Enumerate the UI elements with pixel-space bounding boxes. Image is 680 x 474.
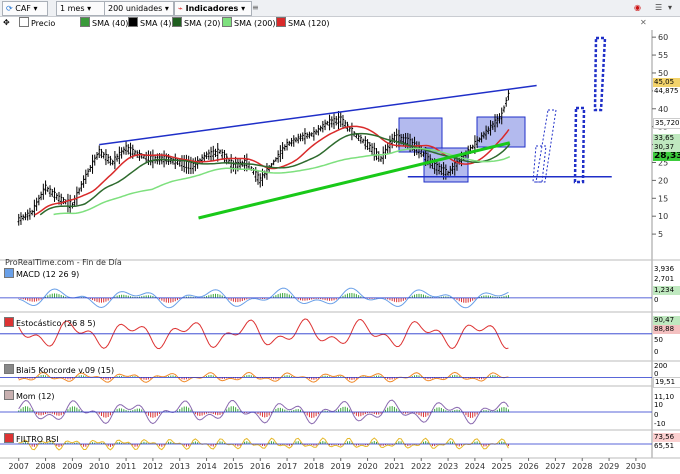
price-tick-label: 5 <box>658 230 663 239</box>
year-label: 2023 <box>438 462 458 471</box>
year-label: 2022 <box>411 462 431 471</box>
panel-title-mom[interactable]: Mom (12) <box>4 390 55 402</box>
legend-swatch <box>4 317 14 327</box>
price-tick-label: 50 <box>658 69 668 78</box>
projection-bars <box>532 36 607 184</box>
year-label: 2024 <box>465 462 485 471</box>
year-label: 2019 <box>331 462 351 471</box>
stoch-tag: 0 <box>653 348 680 357</box>
price-tag-sma20: 33,65 <box>653 134 680 143</box>
price-tag-last-alt: 44,875 <box>653 87 680 96</box>
price-tick-label: 40 <box>658 105 668 114</box>
year-label: 2016 <box>250 462 270 471</box>
rsi-tag: 65,51 <box>653 442 680 451</box>
resistance-trendline <box>99 84 537 146</box>
panel-title-blai[interactable]: Blai5 Koncorde v.09 (15) <box>4 364 114 376</box>
panel-title-rsi[interactable]: FILTRO RSI <box>4 433 59 445</box>
macd-tag: 3,936 <box>653 265 680 274</box>
price-tick-label: 60 <box>658 33 668 42</box>
year-label: 2009 <box>62 462 82 471</box>
legend-swatch <box>4 390 14 400</box>
year-label: 2015 <box>223 462 243 471</box>
year-label: 2027 <box>545 462 565 471</box>
price-tag-sma200: 28,33 <box>653 152 680 161</box>
year-label: 2012 <box>143 462 163 471</box>
year-label: 2030 <box>626 462 646 471</box>
watermark: ProRealTime.com - Fin de Día <box>5 258 122 267</box>
price-tick-label: 55 <box>658 51 668 60</box>
year-label: 2007 <box>9 462 29 471</box>
macd-tag: 0 <box>653 296 680 305</box>
blai-tag: 19,51 <box>653 377 680 388</box>
panel-title-macd[interactable]: MACD (12 26 9) <box>4 268 79 280</box>
price-tick-label: 20 <box>658 176 668 185</box>
year-label: 2017 <box>277 462 297 471</box>
panel-title-label: Estocástico (26 8 5) <box>16 319 96 328</box>
legend-swatch <box>4 268 14 278</box>
year-label: 2020 <box>357 462 377 471</box>
year-label: 2011 <box>116 462 136 471</box>
x-axis: 2007 2008 2009 2010 2011 2012 2013 2014 2015 2016… <box>9 458 646 471</box>
chart-canvas[interactable]: 2007 2008 2009 2010 2011 2012 2013 2014 2015 2016… <box>0 0 680 474</box>
mom-tag: 0 <box>653 411 680 420</box>
panel-title-label: Mom (12) <box>16 392 55 401</box>
year-label: 2010 <box>89 462 109 471</box>
price-tick-label: 10 <box>658 212 668 221</box>
year-label: 2028 <box>572 462 592 471</box>
panel-separators <box>0 259 680 459</box>
macd-tag: 1,234 <box>653 286 680 295</box>
mom-tag: 10 <box>653 401 680 410</box>
macd-tag: 2,701 <box>653 275 680 284</box>
rsi-tag: 73,56 <box>653 433 680 442</box>
price-tag-sma40: 30,37 <box>653 143 680 152</box>
year-label: 2013 <box>170 462 190 471</box>
price-tick-label: 15 <box>658 194 668 203</box>
mom-tag: -10 <box>653 420 680 429</box>
year-label: 2026 <box>518 462 538 471</box>
stoch-tag: 90,47 <box>653 316 680 325</box>
stoch-tag: 50 <box>653 336 680 345</box>
legend-swatch <box>4 433 14 443</box>
stoch-tag: 88,88 <box>653 325 680 334</box>
price-tag-sma: 35,720 <box>653 118 680 129</box>
year-label: 2029 <box>599 462 619 471</box>
year-label: 2018 <box>304 462 324 471</box>
panel-title-label: MACD (12 26 9) <box>16 270 80 279</box>
panel-title-stoch[interactable]: Estocástico (26 8 5) <box>4 317 96 329</box>
year-label: 2025 <box>492 462 512 471</box>
panel-title-label: FILTRO RSI <box>16 435 59 444</box>
legend-swatch <box>4 364 14 374</box>
price-tag-last: 45,05 <box>653 78 680 87</box>
year-label: 2021 <box>384 462 404 471</box>
price-chart[interactable] <box>17 84 612 226</box>
panel-title-label: Blai5 Koncorde v.09 (15) <box>16 366 115 375</box>
year-label: 2014 <box>196 462 216 471</box>
year-label: 2008 <box>35 462 55 471</box>
